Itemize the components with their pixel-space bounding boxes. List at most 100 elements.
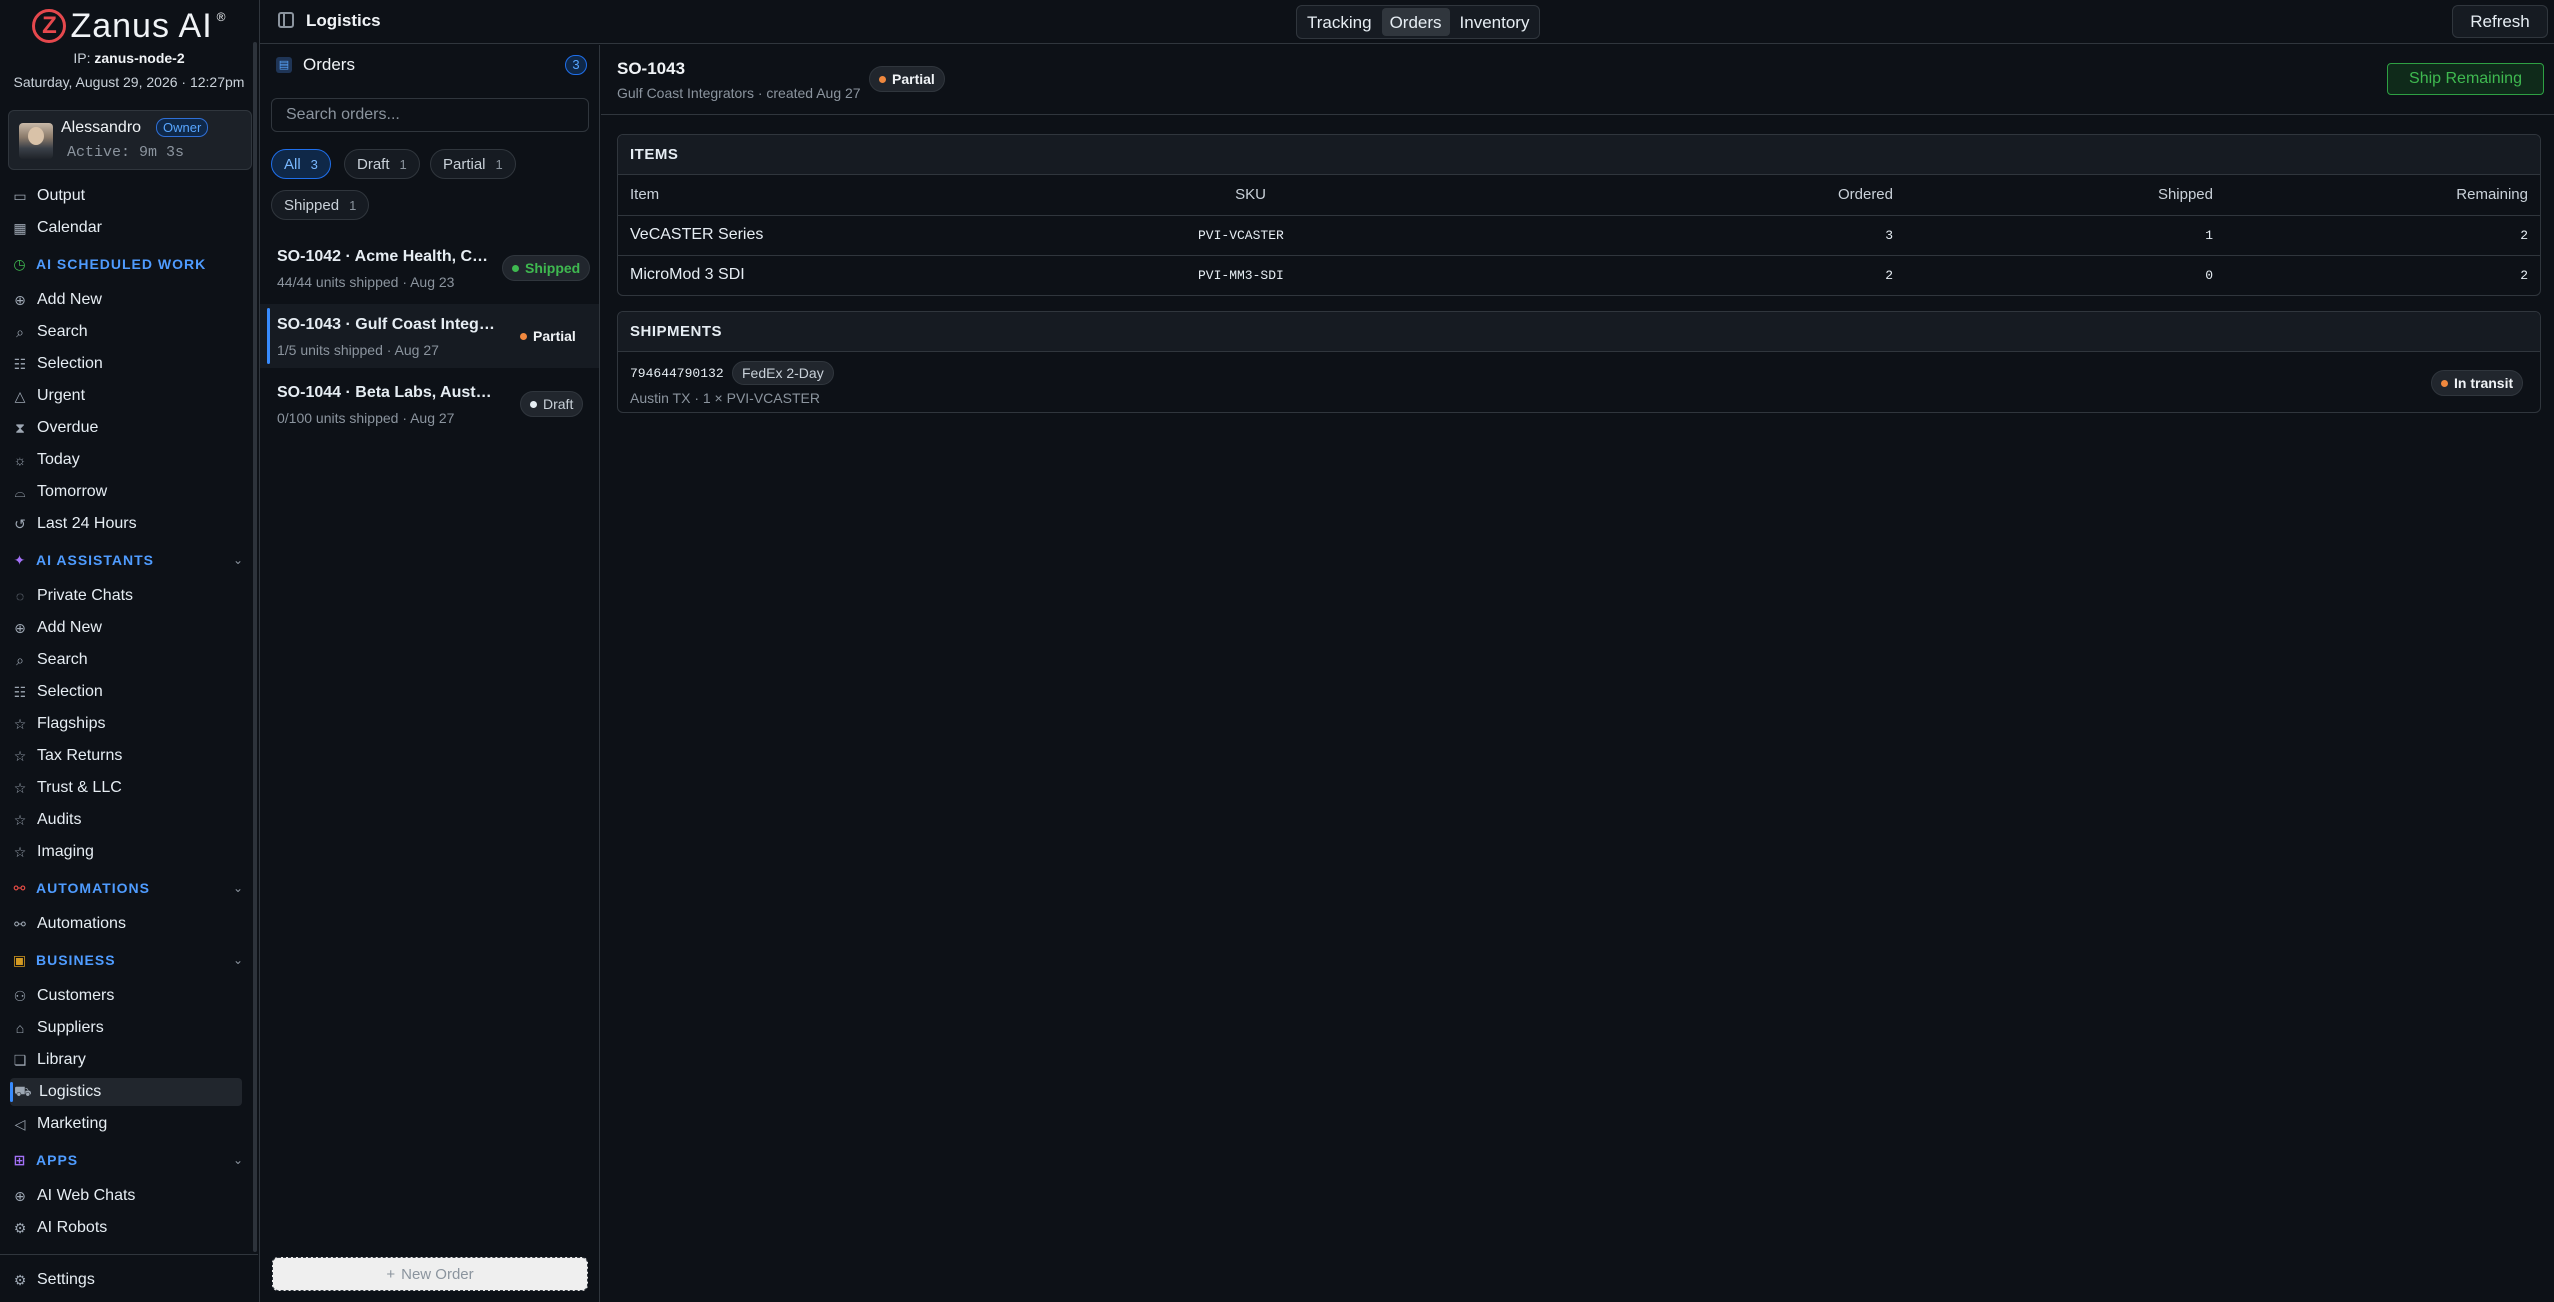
column-header-item: Item	[618, 175, 1186, 216]
status-badge: Draft	[520, 391, 584, 417]
chat-icon: ◌	[15, 588, 25, 604]
chevron-down-icon[interactable]: ⌄	[233, 953, 244, 967]
nav-item-last-24-hours[interactable]: ↺ Last 24 Hours	[12, 510, 242, 538]
nav-item-audits[interactable]: ☆ Audits	[12, 806, 242, 834]
nav-item-suppliers[interactable]: ⌂ Suppliers	[12, 1014, 242, 1042]
filter-chip-draft[interactable]: Draft 1	[344, 149, 420, 179]
tab-tracking[interactable]: Tracking	[1299, 8, 1380, 36]
nav-item-search[interactable]: ⌕ Search	[12, 318, 242, 346]
nav-item-urgent[interactable]: △ Urgent	[12, 382, 242, 410]
order-subtitle: Gulf Coast Integrators · created Aug 27	[617, 85, 861, 101]
section-ai-scheduled-work[interactable]: ◷ AI SCHEDULED WORK	[12, 252, 244, 276]
new-order-label: New Order	[401, 1265, 474, 1283]
filter-count: 1	[399, 156, 407, 172]
tab-inventory[interactable]: Inventory	[1452, 8, 1538, 36]
order-row-so-1042[interactable]: SO-1042 · Acme Health, Chicago IL 44/44 …	[260, 236, 599, 300]
nav-item-calendar[interactable]: ▦ Calendar	[12, 214, 242, 242]
search-icon: ⌕	[16, 323, 24, 340]
nav-item-add-new[interactable]: ⊕ Add New	[12, 286, 242, 314]
scheduled-icon: ◷	[13, 255, 27, 272]
nav-item-logistics[interactable]: ⛟ Logistics	[10, 1078, 242, 1106]
status-dot-icon	[530, 400, 537, 408]
nav-item-library[interactable]: ❏ Library	[12, 1046, 242, 1074]
nav-label: Marketing	[37, 1115, 108, 1132]
node-ip-value: zanus-node-2	[94, 50, 185, 66]
nav-item-flagships[interactable]: ☆ Flagships	[12, 710, 242, 738]
filter-chip-partial[interactable]: Partial 1	[430, 149, 516, 179]
orders-count-badge: 3	[565, 55, 587, 75]
nav-item-trust-llc[interactable]: ☆ Trust & LLC	[12, 774, 242, 802]
brand-logo-letter: Z	[42, 12, 57, 39]
view-tabs: Tracking Orders Inventory	[1296, 5, 1541, 39]
order-detail: SO-1043 Gulf Coast Integrators · created…	[601, 45, 2554, 1302]
user-name: Alessandro	[61, 119, 142, 136]
nav-label: Selection	[37, 355, 103, 372]
book-icon: ❏	[13, 1051, 27, 1068]
tracking-number: 794644790132	[630, 366, 724, 381]
nav-item-marketing[interactable]: ◁ Marketing	[12, 1110, 242, 1138]
star-icon: ☆	[13, 779, 27, 796]
section-automations[interactable]: ⚯ AUTOMATIONS ⌄	[12, 876, 244, 900]
nav-item-overdue[interactable]: ⧗ Overdue	[12, 414, 242, 442]
plus-icon: +	[386, 1265, 396, 1283]
nav-item-tomorrow[interactable]: ⌓ Tomorrow	[12, 478, 242, 506]
page-title: Logistics	[306, 11, 381, 30]
refresh-button[interactable]: Refresh	[2452, 5, 2548, 38]
sidebar-toggle-icon[interactable]	[278, 12, 294, 28]
nav-item-assistant-selection[interactable]: ☷ Selection	[12, 678, 242, 706]
user-card[interactable]: Alessandro Owner Active: 9m 3s	[8, 110, 252, 170]
nav-item-assistant-search[interactable]: ⌕ Search	[12, 646, 242, 674]
order-row-so-1043[interactable]: SO-1043 · Gulf Coast Integrators 1/5 uni…	[260, 304, 599, 368]
gear-icon: ⚙	[13, 1271, 27, 1288]
item-sku: PVI-MM3-SDI	[1198, 267, 1284, 283]
nav-item-tax-returns[interactable]: ☆ Tax Returns	[12, 742, 242, 770]
document-icon: ▤	[276, 57, 292, 73]
section-apps[interactable]: ⊞ APPS ⌄	[12, 1148, 244, 1172]
nav-item-selection[interactable]: ☷ Selection	[12, 350, 242, 378]
order-title: SO-1043 · Gulf Coast Integrators	[277, 316, 495, 333]
chevron-down-icon[interactable]: ⌄	[233, 553, 244, 567]
nav-item-private-chats[interactable]: ◌ Private Chats	[12, 582, 242, 610]
filter-chip-all[interactable]: All 3	[271, 149, 331, 179]
nav-item-ai-web-chats[interactable]: ⊕ AI Web Chats	[12, 1182, 242, 1210]
chevron-down-icon[interactable]: ⌄	[233, 881, 244, 895]
shipment-row[interactable]: 794644790132 FedEx 2-Day Austin TX · 1 ×…	[618, 352, 2540, 412]
calendar-icon: ▦	[13, 219, 27, 236]
section-ai-assistants[interactable]: ✦ AI ASSISTANTS ⌄	[12, 548, 244, 572]
tab-orders[interactable]: Orders	[1381, 8, 1450, 36]
brand-name: Zanus AI	[70, 6, 213, 45]
nav-item-settings[interactable]: ⚙ Settings	[12, 1266, 242, 1294]
nav-label: Today	[37, 451, 80, 468]
chevron-down-icon[interactable]: ⌄	[233, 1153, 244, 1167]
filter-count: 3	[310, 156, 318, 172]
order-summary: 1/5 units shipped · Aug 27	[277, 342, 439, 358]
filter-label: Draft	[357, 155, 390, 173]
nav-item-assistant-add-new[interactable]: ⊕ Add New	[12, 614, 242, 642]
nav-item-customers[interactable]: ⚇ Customers	[12, 982, 242, 1010]
sidebar-scrollbar[interactable]	[253, 42, 257, 1252]
nav-label: AI Robots	[37, 1219, 108, 1236]
nav-label: Trust & LLC	[37, 779, 122, 796]
table-row: MicroMod 3 SDI PVI-MM3-SDI 2 0 2	[618, 255, 2540, 295]
order-row-so-1044[interactable]: SO-1044 · Beta Labs, Austin TX 0/100 uni…	[260, 372, 599, 436]
status-dot-icon	[879, 75, 886, 83]
ship-remaining-button[interactable]: Ship Remaining	[2387, 63, 2544, 95]
table-row: VeCASTER Series PVI-VCASTER 3 1 2	[618, 215, 2540, 256]
filter-label: Shipped	[284, 196, 340, 214]
nav-label: Urgent	[37, 387, 86, 404]
items-table: Item SKU Ordered Shipped Remaining VeCAS…	[618, 175, 2540, 295]
nav-item-today[interactable]: ☼ Today	[12, 446, 242, 474]
nav-item-ai-robots[interactable]: ⚙ AI Robots	[12, 1214, 242, 1242]
section-label: APPS	[36, 1152, 79, 1168]
nav-item-output[interactable]: ▭ Output	[12, 182, 242, 210]
nav-item-imaging[interactable]: ☆ Imaging	[12, 838, 242, 866]
nav-item-automations[interactable]: ⚯ Automations	[12, 910, 242, 938]
filter-chip-shipped[interactable]: Shipped 1	[271, 190, 370, 220]
nav-label: Flagships	[37, 715, 106, 732]
truck-icon: ⛟	[14, 1082, 32, 1099]
section-label: AUTOMATIONS	[36, 880, 150, 896]
search-input[interactable]	[271, 98, 589, 132]
new-order-button[interactable]: + New Order	[272, 1257, 588, 1291]
section-business[interactable]: ▣ BUSINESS ⌄	[12, 948, 244, 972]
role-badge: Owner	[156, 118, 209, 137]
